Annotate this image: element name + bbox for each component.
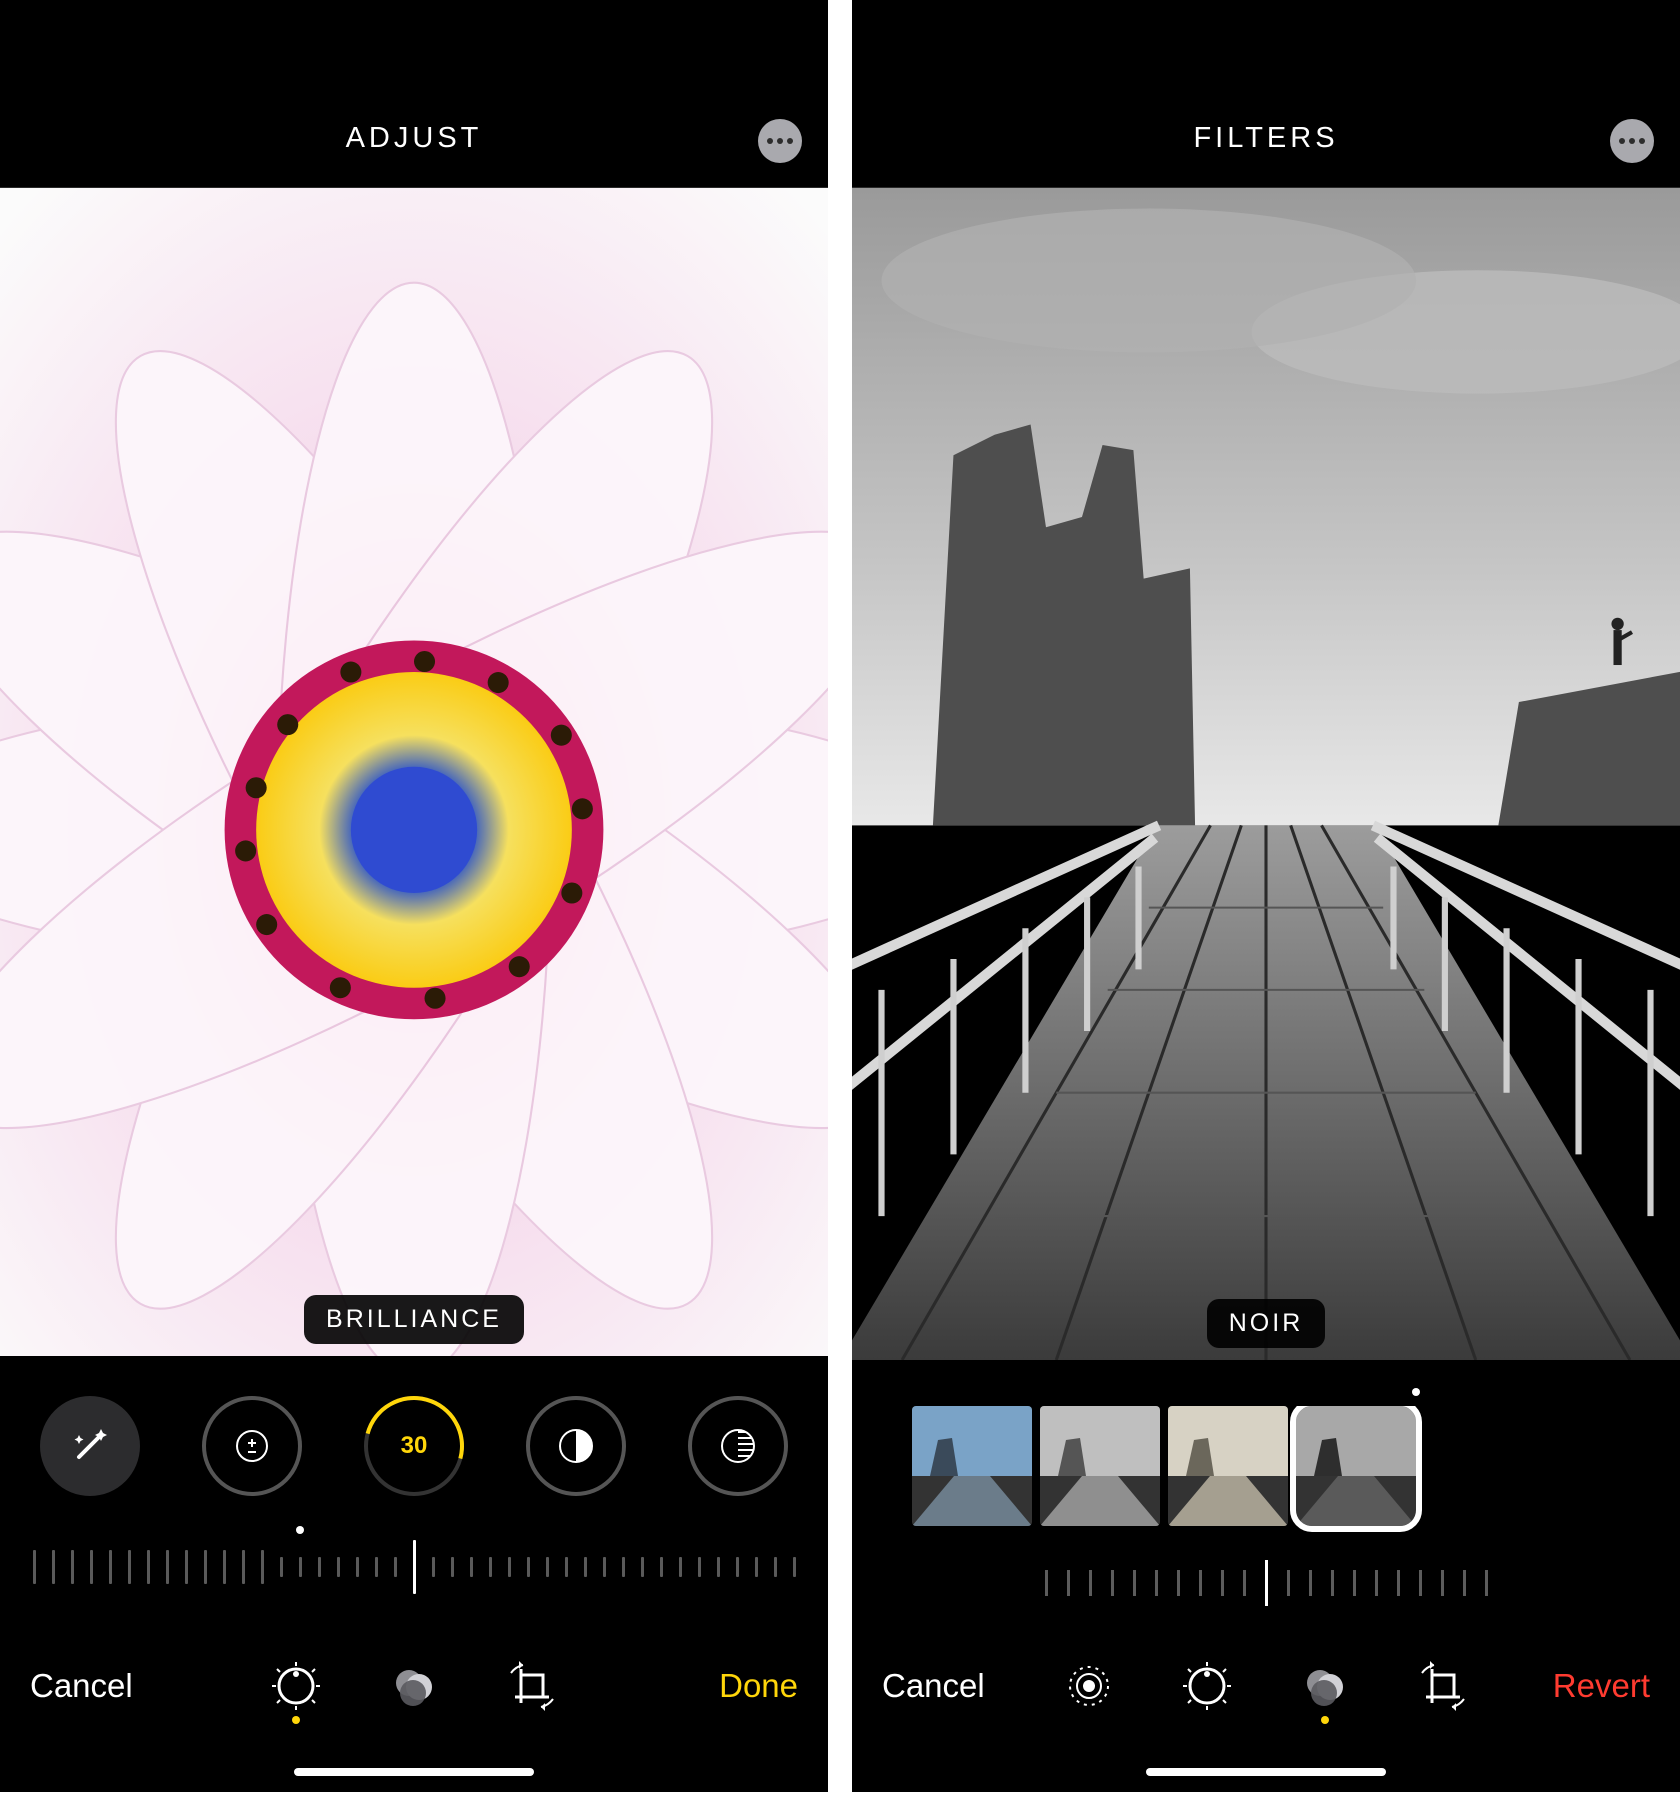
crop-rotate-icon [1420, 1663, 1466, 1709]
filter-thumb-noir[interactable] [1296, 1406, 1416, 1526]
adjustment-slider[interactable] [0, 1526, 828, 1616]
filter-thumb-mono[interactable] [1040, 1406, 1160, 1526]
tab-live-photo[interactable] [1065, 1662, 1113, 1710]
page-title: FILTERS [1193, 122, 1338, 155]
header: ADJUST [0, 0, 828, 188]
ellipsis-icon [767, 138, 773, 144]
tab-filters[interactable] [1301, 1662, 1349, 1710]
tab-crop[interactable] [1419, 1662, 1467, 1710]
cancel-button[interactable]: Cancel [882, 1667, 1032, 1705]
filter-label-badge: NOIR [1207, 1299, 1326, 1348]
plus-minus-icon [235, 1429, 269, 1463]
slider-thumb[interactable] [1265, 1560, 1268, 1606]
photo-content [0, 188, 828, 1356]
home-indicator[interactable] [294, 1768, 534, 1776]
home-indicator[interactable] [1146, 1768, 1386, 1776]
shadows-dial[interactable] [688, 1396, 788, 1496]
revert-button[interactable]: Revert [1500, 1667, 1650, 1705]
page-title: ADJUST [346, 122, 483, 155]
adjust-dial-icon [1185, 1664, 1229, 1708]
done-button[interactable]: Done [648, 1667, 798, 1705]
filter-thumb-dramatic-cool[interactable] [912, 1406, 1032, 1526]
wand-icon [67, 1423, 113, 1469]
bottom-toolbar: Cancel [0, 1616, 828, 1792]
filter-thumbnails[interactable] [852, 1406, 1680, 1540]
filter-controls [852, 1360, 1680, 1616]
filter-thumb-silvertone[interactable] [1168, 1406, 1288, 1526]
striped-half-icon [718, 1426, 758, 1466]
more-button[interactable] [1610, 119, 1654, 163]
phone-filters: FILTERS [852, 0, 1680, 1792]
highlights-dial[interactable] [526, 1396, 626, 1496]
brilliance-value: 30 [401, 1432, 428, 1460]
live-photo-icon [1067, 1664, 1111, 1708]
photo-preview[interactable]: NOIR [852, 188, 1680, 1360]
half-circle-icon [556, 1426, 596, 1466]
selected-filter-indicator-dot [1412, 1388, 1420, 1396]
tab-crop[interactable] [508, 1662, 556, 1710]
auto-enhance-dial[interactable] [40, 1396, 140, 1496]
photo-preview[interactable]: BRILLIANCE [0, 188, 828, 1356]
bottom-toolbar: Cancel [852, 1616, 1680, 1792]
slider-thumb[interactable] [413, 1540, 416, 1594]
slider-origin-dot [296, 1526, 304, 1534]
tab-filters[interactable] [390, 1662, 438, 1710]
photo-content [852, 188, 1680, 1360]
ellipsis-icon [1619, 138, 1625, 144]
adjust-controls: 30 [0, 1356, 828, 1616]
filters-circles-icon [1302, 1663, 1348, 1709]
slider-ticks [0, 1550, 828, 1594]
header: FILTERS [852, 0, 1680, 188]
crop-rotate-icon [509, 1663, 555, 1709]
brilliance-dial[interactable]: 30 [364, 1396, 464, 1496]
adjustment-label-badge: BRILLIANCE [304, 1295, 524, 1344]
tab-adjust[interactable] [1183, 1662, 1231, 1710]
filters-circles-icon [391, 1663, 437, 1709]
more-button[interactable] [758, 119, 802, 163]
adjust-dial-icon [274, 1664, 318, 1708]
adjustment-dial-row[interactable]: 30 [10, 1396, 818, 1496]
exposure-dial[interactable] [202, 1396, 302, 1496]
phone-adjust: ADJUST [0, 0, 828, 1792]
filter-intensity-slider[interactable] [852, 1570, 1680, 1616]
cancel-button[interactable]: Cancel [30, 1667, 180, 1705]
tab-adjust[interactable] [272, 1662, 320, 1710]
